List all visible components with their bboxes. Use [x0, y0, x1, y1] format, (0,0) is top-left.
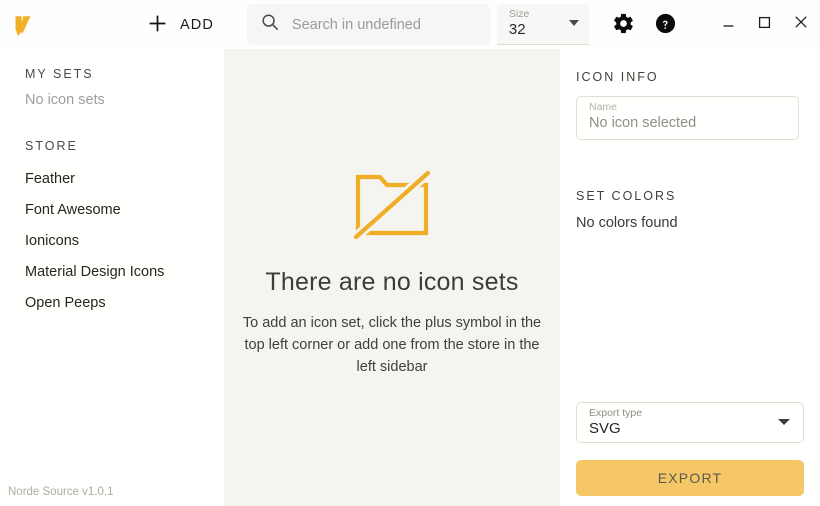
search-field[interactable] — [247, 4, 490, 45]
chevron-down-icon — [569, 20, 579, 26]
app-window: ADD Size 32 — [0, 0, 820, 506]
add-button-label: ADD — [180, 17, 214, 33]
folder-off-icon — [354, 169, 430, 246]
window-minimize-button[interactable] — [718, 13, 739, 34]
gear-icon — [612, 12, 635, 38]
empty-state-description: To add an icon set, click the plus symbo… — [242, 312, 542, 378]
minimize-icon — [722, 16, 735, 32]
window-maximize-button[interactable] — [754, 13, 775, 34]
help-button[interactable] — [654, 12, 677, 38]
search-input[interactable] — [292, 17, 476, 33]
set-colors-empty: No colors found — [576, 215, 799, 231]
export-type-value: SVG — [589, 420, 791, 438]
sidebar-item-open-peeps[interactable]: Open Peeps — [0, 288, 224, 319]
main-body: MY SETS No icon sets STORE Feather Font … — [0, 49, 820, 506]
chevron-down-icon — [778, 419, 790, 425]
add-button[interactable]: ADD — [142, 10, 220, 40]
search-icon — [261, 13, 279, 36]
sidebar-item-material-design-icons[interactable]: Material Design Icons — [0, 257, 224, 288]
export-button[interactable]: EXPORT — [576, 460, 804, 496]
norde-logo-icon — [2, 10, 48, 40]
icon-info-title: ICON INFO — [576, 70, 799, 84]
sidebar: MY SETS No icon sets STORE Feather Font … — [0, 49, 224, 506]
icon-info-panel: ICON INFO Name No icon selected SET COLO… — [560, 49, 820, 506]
empty-state-title: There are no icon sets — [265, 268, 518, 297]
sidebar-item-feather[interactable]: Feather — [0, 164, 224, 195]
sidebar-my-sets-empty: No icon sets — [0, 92, 224, 108]
top-bar: ADD Size 32 — [0, 0, 820, 49]
close-icon — [794, 15, 808, 32]
sidebar-section-store-title: STORE — [0, 139, 224, 153]
icon-name-field[interactable]: Name No icon selected — [576, 96, 799, 140]
window-close-button[interactable] — [790, 13, 811, 34]
maximize-icon — [758, 16, 771, 32]
set-colors-title: SET COLORS — [576, 189, 799, 203]
sidebar-item-ionicons[interactable]: Ionicons — [0, 226, 224, 257]
size-select[interactable]: Size 32 — [497, 4, 589, 45]
icon-name-value: No icon selected — [589, 114, 786, 133]
app-version-label: Norde Source v1.0.1 — [8, 486, 113, 498]
export-type-label: Export type — [589, 407, 791, 420]
sidebar-section-my-sets-title: MY SETS — [0, 67, 224, 81]
sidebar-item-font-awesome[interactable]: Font Awesome — [0, 195, 224, 226]
icon-name-label: Name — [589, 101, 786, 114]
window-controls — [718, 13, 811, 34]
export-type-select[interactable]: Export type SVG — [576, 402, 804, 443]
sidebar-store-section: STORE Feather Font Awesome Ionicons Mate… — [0, 139, 224, 319]
main-content-empty-state: There are no icon sets To add an icon se… — [224, 49, 560, 506]
topbar-actions — [612, 12, 677, 38]
plus-icon — [148, 14, 167, 36]
help-circle-icon — [654, 12, 677, 38]
settings-button[interactable] — [612, 12, 635, 38]
